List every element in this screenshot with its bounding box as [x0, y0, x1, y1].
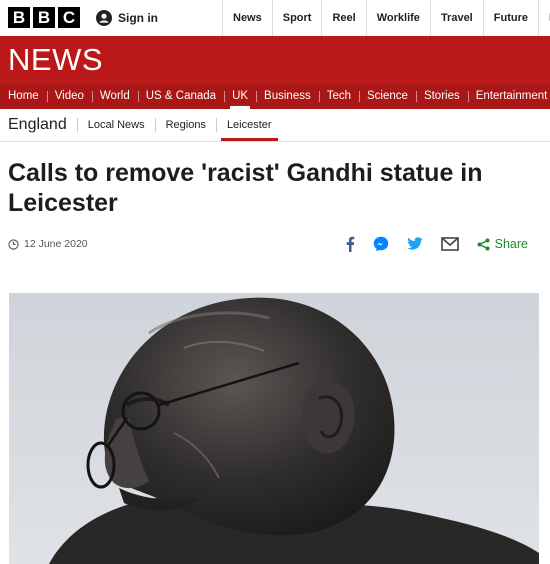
date-text: 12 June 2020	[24, 238, 88, 250]
share-button[interactable]: Share	[477, 237, 528, 251]
logo-letter: C	[58, 7, 80, 28]
section-nav: Home Video World US & Canada UK Business…	[0, 84, 550, 109]
share-icon	[477, 238, 490, 250]
section-tech[interactable]: Tech	[318, 84, 359, 109]
subnav-regions[interactable]: Regions	[154, 118, 216, 132]
article-headline: Calls to remove 'racist' Gandhi statue i…	[8, 159, 483, 217]
top-nav-worklife[interactable]: Worklife	[365, 0, 430, 36]
section-video[interactable]: Video	[46, 84, 92, 109]
section-science[interactable]: Science	[359, 84, 416, 109]
news-wordmark[interactable]: NEWS	[8, 42, 103, 78]
news-banner: NEWS	[0, 36, 550, 84]
logo-letter: B	[8, 7, 30, 28]
top-nav-sport[interactable]: Sport	[271, 0, 322, 36]
twitter-icon[interactable]	[407, 237, 423, 251]
bbc-logo[interactable]: B B C	[8, 7, 80, 28]
top-nav-travel[interactable]: Travel	[429, 0, 483, 36]
share-label: Share	[494, 237, 528, 251]
section-home[interactable]: Home	[0, 84, 47, 109]
section-business[interactable]: Business	[256, 84, 319, 109]
top-nav-reel[interactable]: Reel	[321, 0, 365, 36]
section-entertainment[interactable]: Entertainment	[467, 84, 550, 109]
section-us-canada[interactable]: US & Canada	[137, 84, 224, 109]
facebook-icon[interactable]	[345, 236, 355, 252]
subnav-leicester[interactable]: Leicester	[215, 118, 282, 141]
clock-icon	[8, 238, 19, 250]
article-date: 12 June 2020	[8, 238, 88, 250]
article-meta: 12 June 2020 Share	[8, 236, 538, 256]
subnav-local-news[interactable]: Local News	[76, 118, 155, 132]
top-nav: News Sport Reel Worklife Travel Future M…	[222, 0, 550, 36]
messenger-icon[interactable]	[373, 236, 389, 252]
section-stories[interactable]: Stories	[415, 84, 468, 109]
top-nav-future[interactable]: Future	[482, 0, 538, 36]
top-nav-news[interactable]: News	[222, 0, 272, 36]
user-icon	[96, 10, 112, 26]
top-bar: B B C Sign in News Sport Reel Worklife T…	[0, 0, 550, 37]
article-image	[9, 293, 539, 564]
section-uk[interactable]: UK	[224, 84, 256, 109]
logo-letter: B	[33, 7, 55, 28]
share-tools: Share	[345, 236, 528, 252]
gandhi-statue-image	[9, 293, 539, 564]
sign-in-label: Sign in	[118, 11, 158, 25]
top-nav-more[interactable]: Mo	[537, 0, 550, 36]
sign-in-link[interactable]: Sign in	[96, 0, 158, 36]
email-icon[interactable]	[440, 237, 459, 251]
region-title[interactable]: England	[0, 116, 77, 134]
section-world[interactable]: World	[91, 84, 138, 109]
regional-nav: England Local News Regions Leicester	[0, 109, 550, 142]
